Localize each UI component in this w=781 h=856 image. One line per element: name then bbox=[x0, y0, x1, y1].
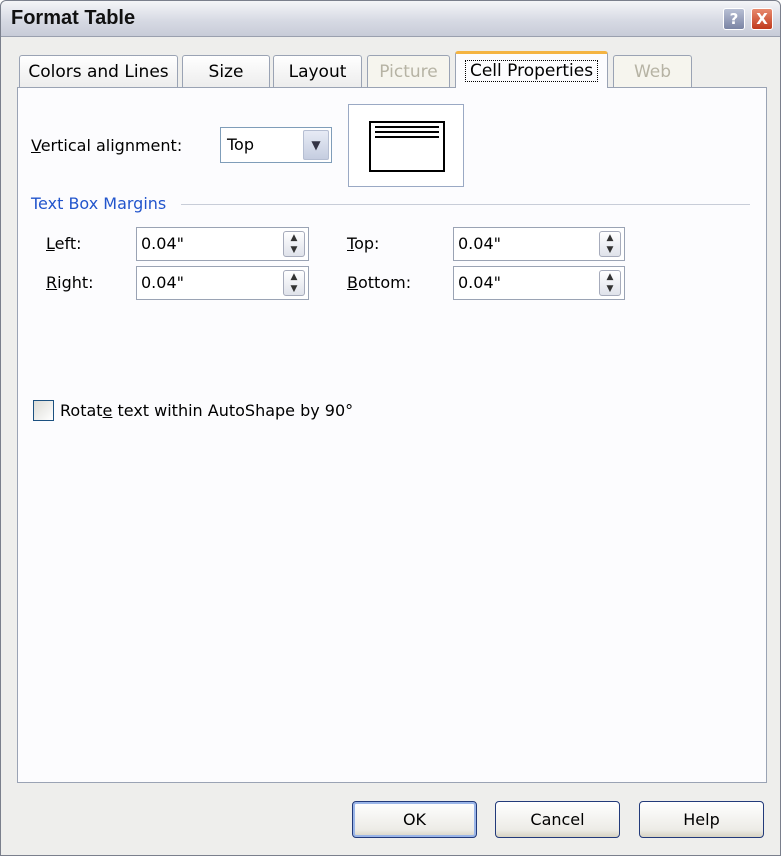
bottom-margin-input[interactable]: 0.04" ▲ ▼ bbox=[453, 266, 625, 300]
tab-picture: Picture bbox=[367, 55, 450, 88]
tab-size[interactable]: Size bbox=[182, 55, 270, 88]
tab-colors-and-lines[interactable]: Colors and Lines bbox=[19, 55, 178, 88]
text-box-margins-heading: Text Box Margins bbox=[31, 194, 175, 213]
bottom-margin-label: Bottom: bbox=[347, 273, 412, 292]
tab-web: Web bbox=[613, 55, 692, 88]
title-bar[interactable]: Format Table ? X bbox=[1, 1, 780, 37]
tab-cell-properties-label: Cell Properties bbox=[464, 60, 599, 82]
vertical-alignment-value: Top bbox=[227, 135, 254, 154]
dialog-title: Format Table bbox=[11, 7, 136, 29]
alignment-preview bbox=[348, 104, 464, 187]
cancel-button[interactable]: Cancel bbox=[495, 801, 620, 838]
right-margin-spinner[interactable]: ▲ ▼ bbox=[283, 270, 305, 296]
rotate-text-checkbox[interactable] bbox=[33, 400, 54, 421]
group-divider bbox=[181, 204, 750, 205]
top-margin-input[interactable]: 0.04" ▲ ▼ bbox=[453, 227, 625, 261]
bottom-margin-spinner[interactable]: ▲ ▼ bbox=[599, 270, 621, 296]
format-table-dialog: Format Table ? X Colors and Lines Size L… bbox=[0, 0, 781, 856]
top-margin-spinner[interactable]: ▲ ▼ bbox=[599, 231, 621, 257]
right-margin-label: Right: bbox=[46, 273, 94, 292]
top-margin-label: Top: bbox=[347, 234, 380, 253]
chevron-down-icon[interactable]: ▼ bbox=[303, 130, 329, 160]
close-icon[interactable]: X bbox=[751, 8, 773, 30]
right-margin-input[interactable]: 0.04" ▲ ▼ bbox=[136, 266, 309, 300]
left-margin-spinner[interactable]: ▲ ▼ bbox=[283, 231, 305, 257]
rotate-text-label[interactable]: Rotate text within AutoShape by 90° bbox=[60, 401, 353, 420]
help-icon[interactable]: ? bbox=[723, 8, 745, 30]
preview-cell bbox=[369, 121, 445, 172]
cell-properties-panel bbox=[17, 87, 767, 783]
help-button[interactable]: Help bbox=[639, 801, 764, 838]
left-margin-input[interactable]: 0.04" ▲ ▼ bbox=[136, 227, 309, 261]
vertical-alignment-select[interactable]: Top ▼ bbox=[220, 127, 332, 163]
vertical-alignment-label: Vertical alignment: bbox=[31, 136, 183, 155]
ok-button[interactable]: OK bbox=[352, 801, 477, 838]
left-margin-label: Left: bbox=[46, 234, 82, 253]
tab-layout[interactable]: Layout bbox=[273, 55, 362, 88]
tab-cell-properties[interactable]: Cell Properties bbox=[455, 51, 608, 88]
